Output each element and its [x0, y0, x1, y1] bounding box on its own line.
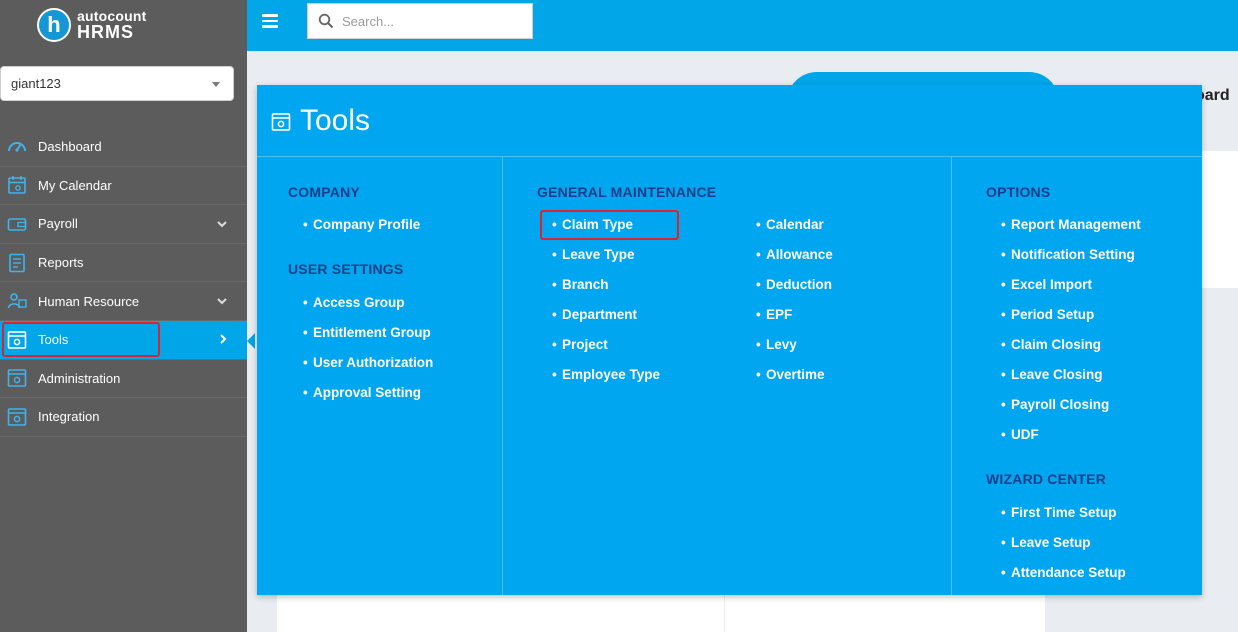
- section-title-company: COMPANY: [288, 184, 360, 200]
- sidebar-item-label: Reports: [38, 255, 84, 271]
- menu-link-deduction[interactable]: Deduction: [756, 277, 832, 292]
- active-pointer: [247, 332, 255, 349]
- menu-link-attendance-setup[interactable]: Attendance Setup: [1001, 565, 1126, 580]
- menu-link-report-management[interactable]: Report Management: [1001, 217, 1141, 232]
- wallet-icon: [6, 213, 28, 235]
- app-logo[interactable]: h autocount HRMS: [37, 5, 146, 45]
- sidebar-item-tools[interactable]: Tools: [0, 320, 255, 360]
- admin-window-icon: [6, 367, 28, 389]
- chevron-right-icon: [220, 333, 227, 347]
- menu-link-udf[interactable]: UDF: [1001, 427, 1039, 442]
- sidebar: h autocount HRMS giant123 Dashboard My C…: [0, 0, 255, 632]
- hamburger-menu-icon[interactable]: [262, 14, 278, 28]
- sidebar-item-label: My Calendar: [38, 177, 112, 193]
- report-icon: [6, 252, 28, 274]
- menu-link-approval-setting[interactable]: Approval Setting: [303, 385, 421, 400]
- logo-brand-bottom: HRMS: [77, 22, 134, 42]
- menu-link-notification-setting[interactable]: Notification Setting: [1001, 247, 1135, 262]
- sidebar-item-human-resource[interactable]: Human Resource: [0, 282, 247, 321]
- menu-link-epf[interactable]: EPF: [756, 307, 792, 322]
- menu-link-leave-closing[interactable]: Leave Closing: [1001, 367, 1103, 382]
- menu-link-entitlement-group[interactable]: Entitlement Group: [303, 325, 431, 340]
- search-box[interactable]: [307, 3, 533, 39]
- sidebar-item-label: Human Resource: [38, 293, 140, 309]
- sidebar-item-my-calendar[interactable]: My Calendar: [0, 167, 247, 206]
- menu-link-company-profile[interactable]: Company Profile: [303, 217, 420, 232]
- menu-link-period-setup[interactable]: Period Setup: [1001, 307, 1094, 322]
- menu-link-project[interactable]: Project: [552, 337, 608, 352]
- menu-link-excel-import[interactable]: Excel Import: [1001, 277, 1092, 292]
- sidebar-item-dashboard[interactable]: Dashboard: [0, 128, 247, 167]
- menu-link-access-group[interactable]: Access Group: [303, 295, 405, 310]
- menu-link-branch[interactable]: Branch: [552, 277, 609, 292]
- menu-link-department[interactable]: Department: [552, 307, 637, 322]
- menu-link-calendar[interactable]: Calendar: [756, 217, 824, 232]
- top-bar: [247, 0, 1238, 51]
- sidebar-item-payroll[interactable]: Payroll: [0, 205, 247, 244]
- menu-link-levy[interactable]: Levy: [756, 337, 797, 352]
- mega-menu-title: Tools: [300, 104, 371, 137]
- calendar-icon: [6, 174, 28, 196]
- section-title-options: OPTIONS: [986, 184, 1051, 200]
- menu-link-leave-type[interactable]: Leave Type: [552, 247, 635, 262]
- sidebar-item-label: Payroll: [38, 216, 78, 232]
- column-divider: [502, 157, 503, 595]
- sidebar-item-reports[interactable]: Reports: [0, 244, 247, 283]
- section-title-general-maintenance: GENERAL MAINTENANCE: [537, 184, 717, 200]
- sidebar-nav: Dashboard My Calendar Payroll Reports Hu…: [0, 128, 255, 437]
- menu-link-user-authorization[interactable]: User Authorization: [303, 355, 433, 370]
- logo-brand-top: autocount: [77, 8, 147, 24]
- speedometer-icon: [6, 136, 28, 158]
- integration-window-icon: [6, 406, 28, 428]
- sidebar-item-label: Integration: [38, 409, 100, 425]
- menu-link-overtime[interactable]: Overtime: [756, 367, 825, 382]
- chevron-down-icon: [217, 294, 227, 308]
- column-divider: [951, 157, 952, 595]
- search-icon: [318, 13, 334, 29]
- menu-link-payroll-closing[interactable]: Payroll Closing: [1001, 397, 1109, 412]
- section-title-wizard-center: WIZARD CENTER: [986, 471, 1107, 487]
- menu-link-claim-closing[interactable]: Claim Closing: [1001, 337, 1101, 352]
- company-select[interactable]: giant123: [0, 66, 234, 101]
- menu-link-first-time-setup[interactable]: First Time Setup: [1001, 505, 1117, 520]
- highlight-box: [540, 210, 679, 240]
- background-card: [1202, 151, 1238, 288]
- tools-mega-menu: Tools COMPANY Company Profile USER SETTI…: [257, 85, 1202, 595]
- company-select-value: giant123: [11, 76, 61, 91]
- menu-link-employee-type[interactable]: Employee Type: [552, 367, 660, 382]
- menu-link-allowance[interactable]: Allowance: [756, 247, 833, 262]
- mega-menu-header: Tools: [257, 85, 1202, 157]
- section-title-user-settings: USER SETTINGS: [288, 261, 404, 277]
- highlight-box: [2, 321, 160, 357]
- chevron-down-icon: [217, 217, 227, 231]
- tools-window-icon: [271, 113, 291, 131]
- sidebar-item-administration[interactable]: Administration: [0, 360, 247, 399]
- sidebar-item-label: Administration: [38, 370, 121, 386]
- people-icon: [6, 290, 28, 312]
- caret-down-icon: [212, 82, 220, 87]
- sidebar-item-integration[interactable]: Integration: [0, 398, 247, 437]
- logo-mark: h: [37, 8, 71, 42]
- menu-link-leave-setup[interactable]: Leave Setup: [1001, 535, 1091, 550]
- search-input[interactable]: [342, 13, 522, 29]
- sidebar-item-label: Dashboard: [38, 139, 102, 155]
